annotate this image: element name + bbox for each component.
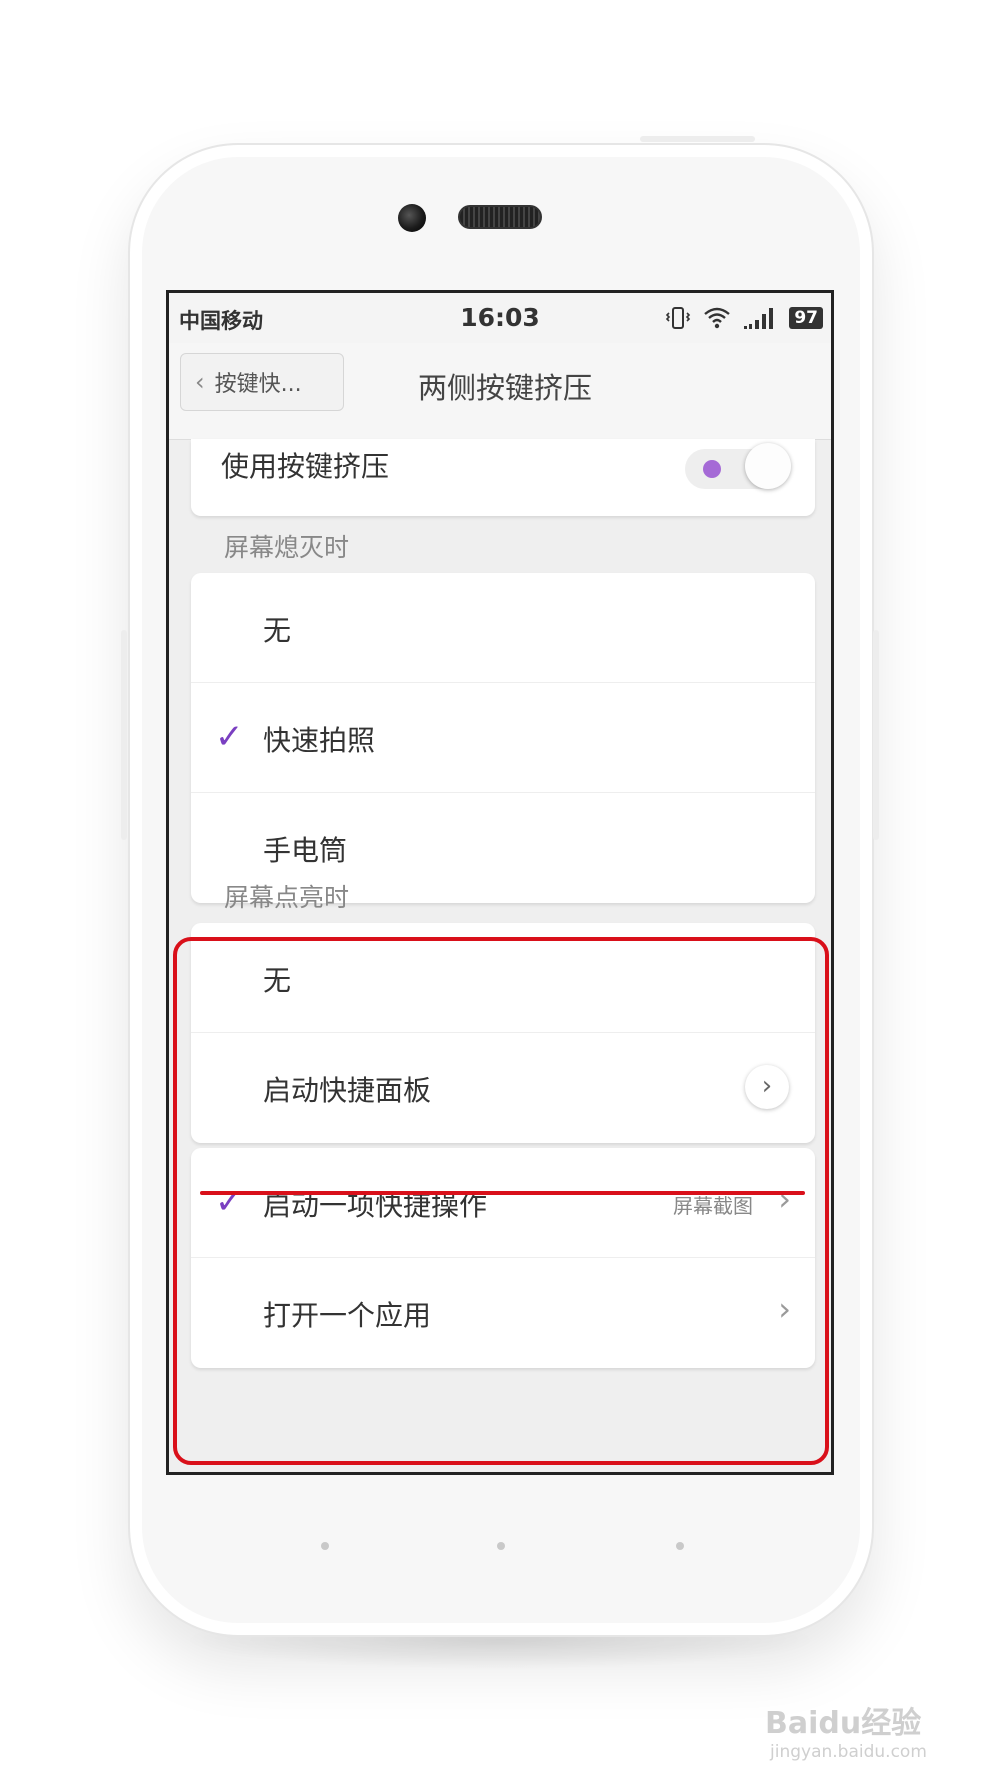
use-squeeze-toggle[interactable] bbox=[681, 443, 791, 495]
option-label: 手电筒 bbox=[263, 834, 348, 867]
checkmark-icon: ✓ bbox=[215, 717, 244, 757]
page-title: 两侧按键挤压 bbox=[417, 371, 592, 405]
signal-icon bbox=[744, 308, 774, 329]
wifi-icon bbox=[704, 307, 731, 329]
phone-side-button-right bbox=[873, 630, 879, 840]
status-bar: 中国移动 16:03 97 bbox=[169, 293, 831, 343]
battery-level: 97 bbox=[789, 307, 823, 329]
screen-off-options-card: 无 ✓ 快速拍照 手电筒 bbox=[191, 573, 815, 903]
phone-top-button bbox=[640, 136, 755, 142]
title-bar: ‹ 按键快... 两侧按键挤压 bbox=[169, 343, 831, 440]
use-squeeze-label: 使用按键挤压 bbox=[221, 450, 390, 483]
earpiece-speaker bbox=[458, 205, 542, 229]
option-screen-off-none[interactable]: 无 bbox=[191, 573, 815, 683]
annotation-highlight-box bbox=[173, 937, 829, 1465]
section-header-screen-off: 屏幕熄灭时 bbox=[224, 533, 350, 562]
option-screen-off-quick-photo[interactable]: ✓ 快速拍照 bbox=[191, 683, 815, 793]
status-icons: 97 bbox=[665, 305, 823, 331]
toggle-indicator-dot bbox=[703, 460, 721, 478]
option-label: 无 bbox=[263, 614, 292, 647]
nav-key-back[interactable] bbox=[676, 1542, 684, 1550]
annotation-underline bbox=[200, 1191, 805, 1195]
section-header-screen-on: 屏幕点亮时 bbox=[224, 883, 350, 912]
vibrate-icon bbox=[666, 307, 691, 329]
option-label: 快速拍照 bbox=[263, 724, 376, 757]
front-camera bbox=[398, 204, 426, 232]
watermark-brand: Baidu经验 bbox=[765, 1706, 922, 1741]
watermark-url: jingyan.baidu.com bbox=[770, 1742, 927, 1762]
nav-key-menu[interactable] bbox=[321, 1542, 329, 1550]
nav-key-home[interactable] bbox=[497, 1542, 505, 1550]
phone-side-button-left bbox=[121, 630, 127, 840]
use-squeeze-card: 使用按键挤压 bbox=[191, 439, 815, 516]
toggle-knob bbox=[745, 443, 791, 489]
